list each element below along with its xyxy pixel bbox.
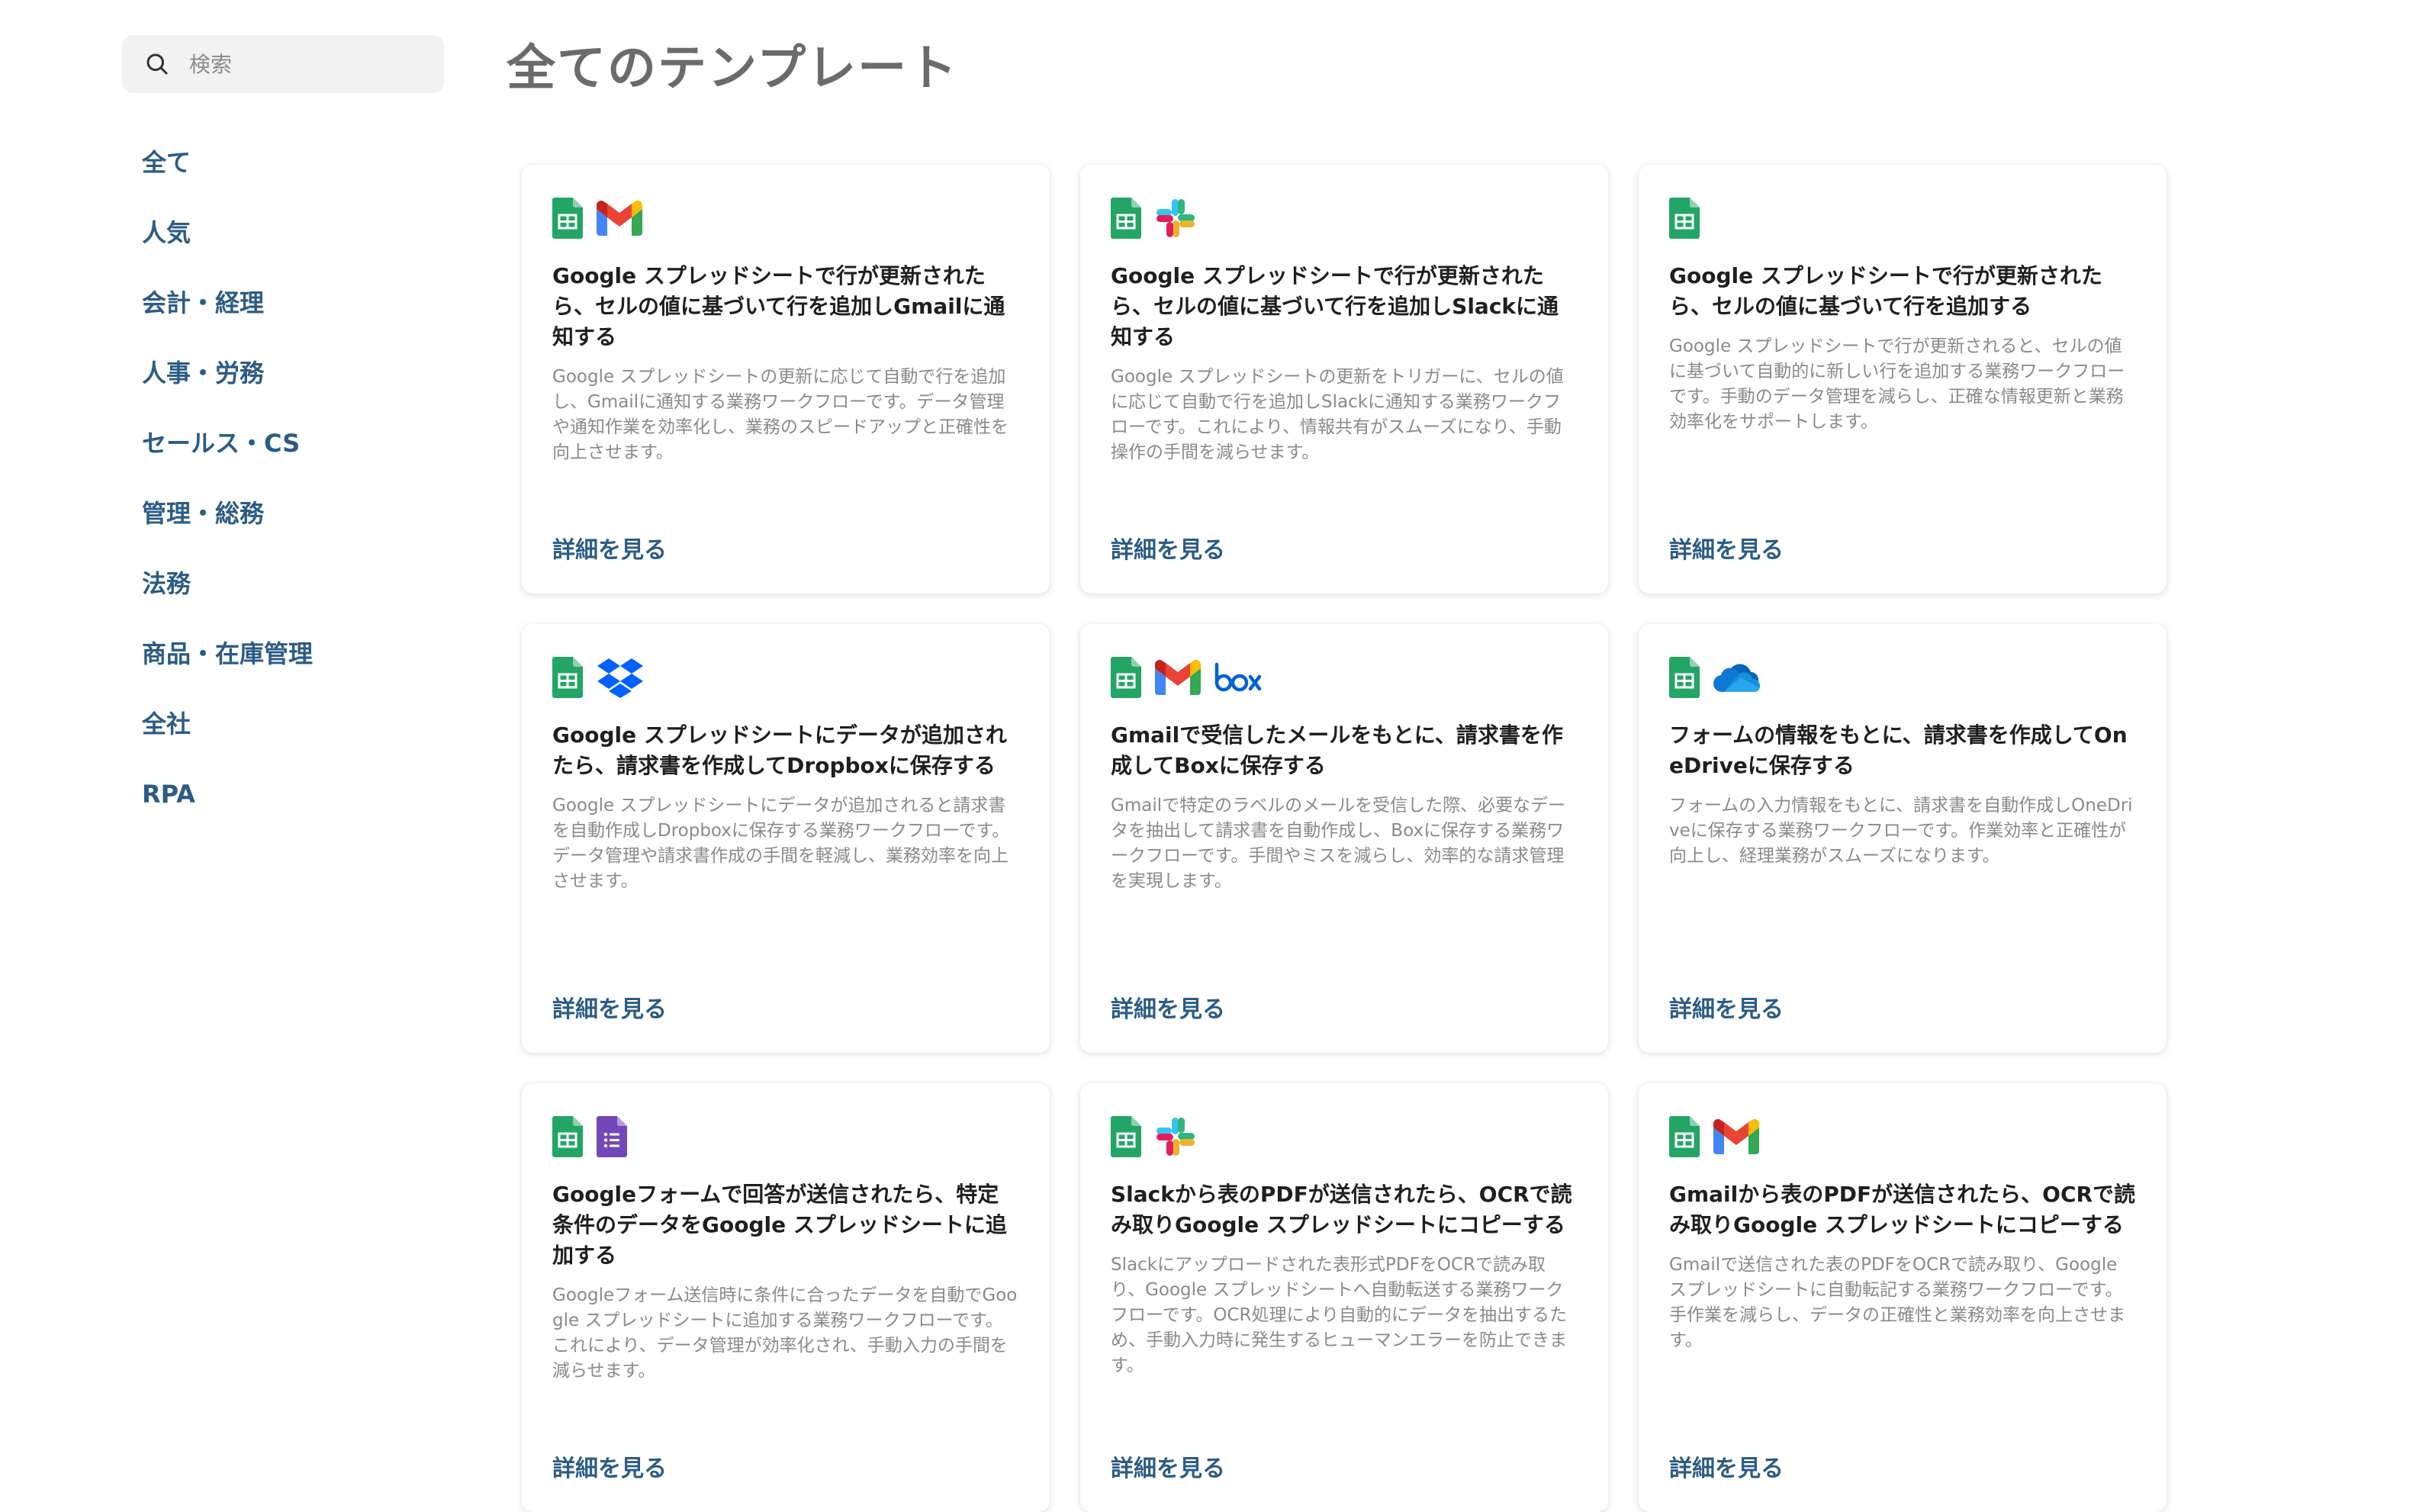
card-icons	[1669, 653, 2136, 702]
category-sales-cs[interactable]: セールス・CS	[142, 423, 313, 493]
card-icons	[552, 653, 1019, 702]
view-details-link[interactable]: 詳細を見る	[1111, 990, 1225, 1024]
google-sheets-icon	[552, 1116, 583, 1157]
card-title: Google スプレッドシートで行が更新されたら、セルの値に基づいて行を追加しG…	[552, 263, 1005, 349]
card-description: Google スプレッドシートにデータが追加されると請求書を自動作成しDropb…	[552, 796, 1010, 891]
template-card[interactable]: Googleフォームで回答が送信されたら、特定条件のデータをGoogle スプレ…	[522, 1083, 1050, 1512]
category-rpa[interactable]: RPA	[142, 774, 313, 844]
category-accounting[interactable]: 会計・経理	[142, 282, 313, 352]
template-card[interactable]: フォームの情報をもとに、請求書を作成してOneDriveに保存するフォームの入力…	[1639, 624, 2167, 1053]
card-title: Gmailから表のPDFが送信されたら、OCRで読み取りGoogle スプレッド…	[1669, 1182, 2136, 1237]
view-details-link[interactable]: 詳細を見る	[1111, 1449, 1225, 1483]
slack-icon	[1155, 1116, 1196, 1157]
card-description: Google スプレッドシートで行が更新されると、セルの値に基づいて自動的に新し…	[1669, 336, 2125, 432]
view-details-link[interactable]: 詳細を見る	[1111, 531, 1225, 565]
search-icon	[146, 53, 168, 75]
gmail-icon	[597, 201, 642, 236]
card-title: Google スプレッドシートで行が更新されたら、セルの値に基づいて行を追加しS…	[1111, 263, 1559, 349]
card-title: Googleフォームで回答が送信されたら、特定条件のデータをGoogle スプレ…	[552, 1182, 1007, 1268]
card-description: Gmailで送信された表のPDFをOCRで読み取り、Google スプレッドシー…	[1669, 1255, 2125, 1350]
card-icons	[1111, 1112, 1578, 1161]
box-icon	[1214, 662, 1262, 693]
search-box[interactable]	[122, 35, 444, 93]
card-icons	[1111, 194, 1578, 243]
search-input[interactable]	[188, 50, 435, 78]
view-details-link[interactable]: 詳細を見る	[1669, 531, 1784, 565]
template-card[interactable]: Google スプレッドシートにデータが追加されたら、請求書を作成してDropb…	[522, 624, 1050, 1053]
category-legal[interactable]: 法務	[142, 563, 313, 633]
card-title: Gmailで受信したメールをもとに、請求書を作成してBoxに保存する	[1111, 722, 1563, 778]
card-icons	[1111, 653, 1578, 702]
view-details-link[interactable]: 詳細を見る	[1669, 1449, 1784, 1483]
template-card[interactable]: Gmailで受信したメールをもとに、請求書を作成してBoxに保存する Gmailで…	[1080, 624, 1608, 1053]
google-sheets-icon	[1669, 198, 1700, 239]
category-list: 全て 人気 会計・経理 人事・労務 セールス・CS 管理・総務 法務 商品・在庫…	[142, 142, 313, 844]
card-description: Googleフォーム送信時に条件に合ったデータを自動でGoogle スプレッドシ…	[552, 1285, 1018, 1381]
google-forms-icon	[597, 1116, 627, 1157]
category-inventory[interactable]: 商品・在庫管理	[142, 633, 313, 703]
template-grid: Google スプレッドシートで行が更新されたら、セルの値に基づいて行を追加しG…	[522, 165, 2167, 1512]
gmail-icon	[1713, 1119, 1759, 1154]
category-admin[interactable]: 管理・総務	[142, 493, 313, 563]
card-title: Google スプレッドシートで行が更新されたら、セルの値に基づいて行を追加する	[1669, 263, 2102, 319]
google-sheets-icon	[552, 198, 583, 239]
google-sheets-icon	[1111, 198, 1141, 239]
template-card[interactable]: Google スプレッドシートで行が更新されたら、セルの値に基づいて行を追加しG…	[522, 165, 1050, 594]
google-sheets-icon	[1111, 1116, 1141, 1157]
template-card[interactable]: Google スプレッドシートで行が更新されたら、セルの値に基づいて行を追加しS…	[1080, 165, 1608, 594]
gmail-icon	[1155, 660, 1201, 695]
card-title: Slackから表のPDFが送信されたら、OCRで読み取りGoogle スプレッド…	[1111, 1182, 1572, 1237]
category-hr[interactable]: 人事・労務	[142, 352, 313, 423]
card-title: フォームの情報をもとに、請求書を作成してOneDriveに保存する	[1669, 722, 2128, 778]
template-card[interactable]: Slackから表のPDFが送信されたら、OCRで読み取りGoogle スプレッド…	[1080, 1083, 1608, 1512]
category-company-wide[interactable]: 全社	[142, 703, 313, 774]
card-title: Google スプレッドシートにデータが追加されたら、請求書を作成してDropb…	[552, 722, 1007, 778]
slack-icon	[1155, 198, 1196, 239]
card-description: Gmailで特定のラベルのメールを受信した際、必要なデータを抽出して請求書を自動…	[1111, 796, 1566, 891]
category-all[interactable]: 全て	[142, 142, 313, 212]
dropbox-icon	[597, 657, 644, 698]
google-sheets-icon	[1669, 1116, 1700, 1157]
category-popular[interactable]: 人気	[142, 212, 313, 282]
card-icons	[552, 194, 1019, 243]
card-icons	[552, 1112, 1019, 1161]
google-sheets-icon	[1669, 657, 1700, 698]
onedrive-icon	[1713, 661, 1761, 693]
card-description: Google スプレッドシートの更新をトリガーに、セルの値に応じて自動で行を追加…	[1111, 367, 1564, 462]
card-description: フォームの入力情報をもとに、請求書を自動作成しOneDriveに保存する業務ワー…	[1669, 796, 2133, 866]
view-details-link[interactable]: 詳細を見る	[552, 531, 667, 565]
google-sheets-icon	[1111, 657, 1141, 698]
card-icons	[1669, 194, 2136, 243]
google-sheets-icon	[552, 657, 583, 698]
card-description: Slackにアップロードされた表形式PDFをOCRで読み取り、Google スプ…	[1111, 1255, 1568, 1375]
page-title: 全てのテンプレート	[507, 40, 959, 97]
view-details-link[interactable]: 詳細を見る	[1669, 990, 1784, 1024]
view-details-link[interactable]: 詳細を見る	[552, 1449, 667, 1483]
card-description: Google スプレッドシートの更新に応じて自動で行を追加し、Gmailに通知す…	[552, 367, 1009, 462]
card-icons	[1669, 1112, 2136, 1161]
template-card[interactable]: Google スプレッドシートで行が更新されたら、セルの値に基づいて行を追加する…	[1639, 165, 2167, 594]
view-details-link[interactable]: 詳細を見る	[552, 990, 667, 1024]
template-card[interactable]: Gmailから表のPDFが送信されたら、OCRで読み取りGoogle スプレッド…	[1639, 1083, 2167, 1512]
